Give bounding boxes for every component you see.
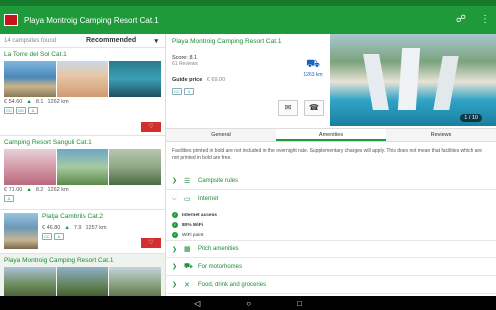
facilities-note: Facilities printed in bold are not inclu… <box>172 148 482 161</box>
check-icon: ✓ <box>172 222 178 228</box>
section-pitch-amenities[interactable]: ❯ ▦ Pitch amenities <box>166 240 496 258</box>
pitch-icon: ▦ <box>184 246 191 253</box>
score: 8.1 <box>35 99 44 105</box>
price-value: € 69.00 <box>206 77 226 83</box>
back-icon[interactable]: ◁ <box>194 299 200 308</box>
award-badge: A <box>4 195 14 202</box>
photo <box>109 267 162 296</box>
award-badge: A <box>184 88 194 95</box>
list-item[interactable]: La Torre del Sol Cat.1 € 54.60 ▲ 8.1 126… <box>0 48 165 136</box>
cutlery-icon: ✕ <box>184 281 190 289</box>
chevron-down-icon: ▾ <box>154 37 158 45</box>
chevron-right-icon: ❯ <box>172 282 178 288</box>
app-bar: Playa Montroig Camping Resort Cat.1 ☍ ⋮ <box>0 6 496 34</box>
section-food-drink[interactable]: ❯ ✕ Food, drink and groceries <box>166 276 496 294</box>
sort-dropdown[interactable]: Recommended ▾ <box>82 37 162 45</box>
amenity-item: ✓ 80% WiFi <box>172 222 204 228</box>
photo-counter: 1 / 10 <box>460 114 482 122</box>
acsi-card-badge: CC <box>4 107 14 114</box>
photo <box>109 61 162 97</box>
phone-icon: ☎ <box>309 103 319 112</box>
email-button[interactable]: ✉ <box>278 100 298 116</box>
section-internet[interactable]: ⌵ ▭ Internet <box>166 190 496 208</box>
chevron-right-icon: ❯ <box>172 264 178 270</box>
section-motorhomes[interactable]: ❯ ⛟ For motorhomes <box>166 258 496 276</box>
campsite-name: Platja Cambrils Cat.2 <box>42 213 104 220</box>
photo <box>4 267 56 296</box>
check-icon: ✓ <box>172 232 178 238</box>
section-campsite-rules[interactable]: ❯ ☰ Campsite rules <box>166 172 496 190</box>
rules-icon: ☰ <box>184 177 191 185</box>
sort-label: Recommended <box>86 37 137 44</box>
acsi-card-badge: CC <box>172 88 182 95</box>
route-button[interactable]: ⛟ 1263 km <box>302 58 324 78</box>
campsite-name: Playa Montroig Camping Resort Cat.1 <box>4 257 114 264</box>
list-item[interactable]: Playa Montroig Camping Resort Cat.1 <box>0 254 165 296</box>
list-item[interactable]: Camping Resort Sanguli Cat.1 € 71.00 ▲ 8… <box>0 136 165 210</box>
call-button[interactable]: ☎ <box>304 100 324 116</box>
recents-icon[interactable]: □ <box>297 299 302 308</box>
detail-title: Playa Montroig Camping Resort Cat.1 <box>172 38 282 45</box>
price-label: Guide price <box>172 77 203 83</box>
more-vert-icon[interactable]: ⋮ <box>480 13 490 27</box>
distance: 1257 km <box>85 225 107 231</box>
campsite-photos <box>4 149 162 185</box>
distance: 1262 km <box>47 187 69 193</box>
amenity-item: ✓ WiFi point <box>172 232 204 238</box>
result-count: 14 campsites found <box>4 37 57 44</box>
amenity-item: ✓ Internet access <box>172 212 217 218</box>
price: € 46.80 <box>42 225 61 231</box>
route-distance: 1263 km <box>303 72 323 78</box>
favorite-button[interactable]: ♡ <box>141 122 161 132</box>
photo <box>4 61 56 97</box>
photo <box>4 213 38 249</box>
campsite-photos <box>4 267 162 296</box>
home-icon[interactable]: ○ <box>246 299 251 308</box>
list-header: 14 campsites found Recommended ▾ <box>0 34 165 48</box>
tab-general[interactable]: General <box>166 129 276 141</box>
share-icon[interactable]: ☍ <box>456 13 466 27</box>
system-nav-bar: ◁ ○ □ <box>0 296 496 310</box>
tab-amenities[interactable]: Amenities <box>276 129 386 141</box>
award-badge: A <box>28 107 38 114</box>
hero-photo[interactable]: 1 / 10 <box>330 34 496 126</box>
photo <box>56 267 109 296</box>
acsi-logo <box>4 14 18 26</box>
dd-badge: DD <box>16 107 26 114</box>
check-icon: ✓ <box>172 212 178 218</box>
price: € 71.00 <box>4 187 23 193</box>
score: 8.2 <box>35 187 44 193</box>
tab-reviews[interactable]: Reviews <box>386 129 496 141</box>
campsite-name: Camping Resort Sanguli Cat.1 <box>4 139 92 146</box>
photo <box>4 149 56 185</box>
photo <box>56 149 109 185</box>
info-card: Playa Montroig Camping Resort Cat.1 Scor… <box>166 34 330 126</box>
chevron-right-icon: ❯ <box>172 246 178 253</box>
campsite-list: 14 campsites found Recommended ▾ La Torr… <box>0 34 166 296</box>
distance: 1262 km <box>47 99 69 105</box>
thumb-up-icon: ▲ <box>64 225 70 231</box>
price: € 54.60 <box>4 99 23 105</box>
motorhome-icon: ⛟ <box>184 263 193 270</box>
list-item[interactable]: Platja Cambrils Cat.2 € 46.80 ▲ 7.9 1257… <box>0 210 165 254</box>
favorite-button[interactable]: ♡ <box>141 238 161 248</box>
photo <box>56 61 109 97</box>
score: 7.9 <box>73 225 82 231</box>
campsite-name: La Torre del Sol Cat.1 <box>4 51 67 58</box>
detail-tabs: General Amenities Reviews <box>166 128 496 142</box>
app-title: Playa Montroig Camping Resort Cat.1 <box>24 15 159 25</box>
campsite-photos <box>4 61 162 97</box>
award-badge: A <box>54 233 64 240</box>
acsi-card-badge: CC <box>42 233 52 240</box>
computer-icon: ▭ <box>184 196 191 203</box>
photo <box>109 149 162 185</box>
chevron-down-icon: ⌵ <box>172 195 177 202</box>
campsite-detail: Playa Montroig Camping Resort Cat.1 Scor… <box>166 34 496 296</box>
chevron-right-icon: ❯ <box>172 178 178 184</box>
mail-icon: ✉ <box>284 103 292 112</box>
thumb-up-icon: ▲ <box>26 99 32 105</box>
car-icon: ⛟ <box>306 58 320 70</box>
thumb-up-icon: ▲ <box>26 187 32 193</box>
